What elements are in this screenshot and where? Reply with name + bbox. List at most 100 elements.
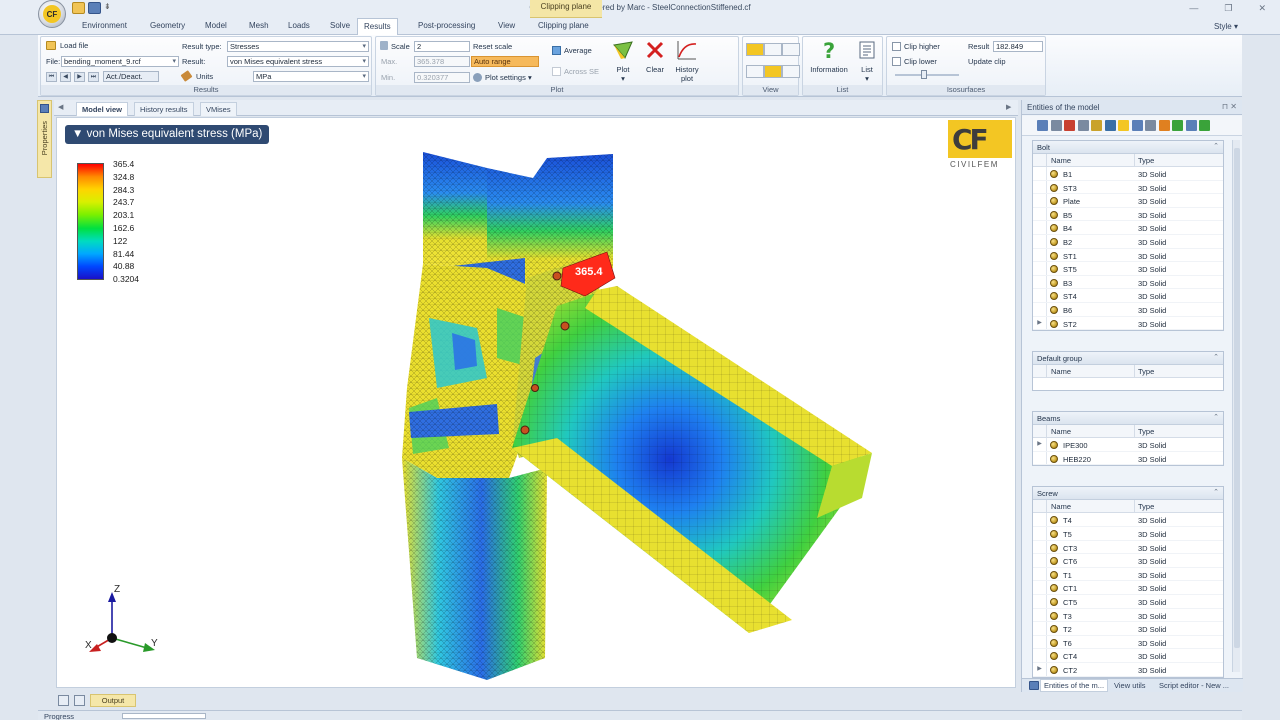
tab-output[interactable]: Output bbox=[90, 694, 136, 707]
result-type-select[interactable]: Stresses bbox=[227, 41, 369, 52]
entity-row[interactable]: B2 3D Solid bbox=[1033, 234, 1223, 249]
clip-slider-track[interactable] bbox=[895, 74, 959, 76]
entity-row[interactable]: Plate 3D Solid bbox=[1033, 194, 1223, 208]
clear-button[interactable]: Clear bbox=[638, 39, 672, 74]
view-mode-6-icon[interactable] bbox=[782, 65, 800, 78]
tab-mesh[interactable]: Mesh bbox=[249, 21, 269, 30]
tab-view[interactable]: View bbox=[498, 21, 515, 30]
nodes-icon[interactable] bbox=[1131, 120, 1143, 131]
select-icon[interactable] bbox=[1104, 120, 1116, 131]
entity-group-header[interactable]: Beams ⌃ bbox=[1033, 412, 1223, 426]
column-name-header[interactable]: Name bbox=[1051, 156, 1071, 165]
tab-environment[interactable]: Environment bbox=[82, 21, 127, 30]
entity-row[interactable]: B4 3D Solid bbox=[1033, 221, 1223, 235]
column-type-header[interactable]: Type bbox=[1138, 427, 1154, 436]
file-select[interactable]: bending_moment_9.rcf bbox=[61, 56, 179, 67]
entity-row[interactable]: T5 3D Solid bbox=[1033, 526, 1223, 541]
entities-scrollbar-thumb[interactable] bbox=[1234, 148, 1240, 648]
properties-side-tab[interactable]: Properties bbox=[37, 100, 52, 178]
column-divider[interactable] bbox=[1134, 365, 1135, 379]
view-mode-5-icon[interactable] bbox=[764, 65, 782, 78]
group-icon[interactable] bbox=[1199, 120, 1210, 131]
tools-icon[interactable] bbox=[1145, 120, 1156, 131]
next-step-button[interactable]: ▶ bbox=[74, 72, 85, 82]
column-divider[interactable] bbox=[1134, 500, 1135, 514]
bolt-icon[interactable] bbox=[1158, 120, 1170, 131]
units-select[interactable]: MPa bbox=[253, 71, 369, 82]
entity-row[interactable]: ▶ IPE300 3D Solid bbox=[1033, 438, 1223, 452]
tab-solve[interactable]: Solve bbox=[330, 21, 350, 30]
load-file-button[interactable]: Load file bbox=[60, 41, 88, 50]
entity-row[interactable]: ST5 3D Solid bbox=[1033, 262, 1223, 276]
history-plot-button[interactable]: History plot bbox=[670, 39, 704, 83]
entities-scrollbar[interactable] bbox=[1232, 140, 1240, 672]
view-mode-4-icon[interactable] bbox=[746, 65, 764, 78]
entity-row[interactable]: B1 3D Solid bbox=[1033, 167, 1223, 181]
collapse-icon[interactable]: ⌃ bbox=[1213, 142, 1219, 150]
view-mode-1-icon[interactable] bbox=[746, 43, 764, 56]
tab-model-view[interactable]: Model view bbox=[76, 102, 129, 116]
entity-row[interactable]: ▶ CT2 3D Solid bbox=[1033, 662, 1223, 677]
entity-row[interactable]: HEB220 3D Solid bbox=[1033, 451, 1223, 466]
tab-results[interactable]: Results bbox=[357, 18, 398, 35]
column-name-header[interactable]: Name bbox=[1051, 502, 1071, 511]
close-icon[interactable]: ✕ bbox=[1258, 3, 1266, 14]
min-input[interactable]: 0.320377 bbox=[414, 72, 470, 83]
entity-group-header[interactable]: Screw ⌃ bbox=[1033, 487, 1223, 501]
entity-group-header[interactable]: Bolt ⌃ bbox=[1033, 141, 1223, 154]
column-type-header[interactable]: Type bbox=[1138, 156, 1154, 165]
entities-list[interactable]: Bolt ⌃ Name Type B1 3D Solid ST3 3D Solid Plate 3… bbox=[1022, 138, 1230, 678]
output-pin-icon[interactable] bbox=[58, 695, 69, 706]
first-step-button[interactable]: ⏮ bbox=[46, 72, 57, 82]
result-header[interactable]: ▼ von Mises equivalent stress (MPa) bbox=[65, 125, 270, 144]
clip-lower-checkbox[interactable] bbox=[892, 57, 901, 66]
highlight-icon[interactable] bbox=[1118, 120, 1129, 131]
doc-tabs-scroll-left-icon[interactable]: ◀ bbox=[58, 103, 63, 111]
clip-higher-checkbox[interactable] bbox=[892, 42, 901, 51]
output-panel-icon[interactable] bbox=[74, 695, 85, 706]
tab-script-editor[interactable]: Script editor - New ... bbox=[1159, 681, 1229, 690]
entity-row[interactable]: T4 3D Solid bbox=[1033, 513, 1223, 527]
application-menu-button[interactable]: CF bbox=[38, 0, 66, 28]
column-divider[interactable] bbox=[1134, 154, 1135, 167]
entity-row[interactable]: T3 3D Solid bbox=[1033, 608, 1223, 623]
last-step-button[interactable]: ⏭ bbox=[88, 72, 99, 82]
entity-row[interactable]: B5 3D Solid bbox=[1033, 207, 1223, 222]
auto-range-button[interactable]: Auto range bbox=[471, 56, 539, 67]
entity-row[interactable]: CT5 3D Solid bbox=[1033, 594, 1223, 609]
entity-row[interactable]: ST1 3D Solid bbox=[1033, 248, 1223, 263]
link-icon[interactable] bbox=[1050, 120, 1062, 131]
tab-model[interactable]: Model bbox=[205, 21, 227, 30]
entity-row[interactable]: B3 3D Solid bbox=[1033, 275, 1223, 290]
entity-group-header[interactable]: Default group ⌃ bbox=[1033, 352, 1223, 366]
layers-icon[interactable] bbox=[1185, 120, 1197, 131]
entity-row[interactable]: ST4 3D Solid bbox=[1033, 289, 1223, 303]
scale-input[interactable]: 2 bbox=[414, 41, 470, 52]
column-name-header[interactable]: Name bbox=[1051, 427, 1071, 436]
list-dropdown-arrow[interactable]: ▾ bbox=[853, 74, 881, 83]
information-button[interactable]: ? Information bbox=[805, 39, 853, 74]
view-mode-3-icon[interactable] bbox=[782, 43, 800, 56]
minimize-icon[interactable]: — bbox=[1189, 3, 1198, 14]
entity-row[interactable]: T1 3D Solid bbox=[1033, 567, 1223, 582]
collapse-icon[interactable]: ⌃ bbox=[1213, 488, 1219, 496]
tab-geometry[interactable]: Geometry bbox=[150, 21, 185, 30]
clip-slider-thumb[interactable] bbox=[921, 70, 927, 79]
entity-row[interactable]: T2 3D Solid bbox=[1033, 622, 1223, 636]
style-menu[interactable]: Style ▾ bbox=[1214, 22, 1238, 31]
model-viewport[interactable]: ▼ von Mises equivalent stress (MPa) 365.… bbox=[56, 117, 1016, 688]
column-type-header[interactable]: Type bbox=[1138, 367, 1154, 376]
update-clip-button[interactable]: Update clip bbox=[968, 57, 1006, 66]
curve-icon[interactable] bbox=[1064, 120, 1075, 131]
entity-row[interactable]: ST3 3D Solid bbox=[1033, 180, 1223, 195]
entity-row[interactable]: CT6 3D Solid bbox=[1033, 554, 1223, 568]
collapse-icon[interactable]: ⌃ bbox=[1213, 353, 1219, 361]
result-value-input[interactable]: 182.849 bbox=[993, 41, 1043, 52]
doc-tabs-scroll-right-icon[interactable]: ▶ bbox=[1006, 103, 1011, 111]
max-input[interactable]: 365.378 bbox=[414, 56, 470, 67]
reset-scale-button[interactable]: Reset scale bbox=[473, 42, 512, 51]
tab-loads[interactable]: Loads bbox=[288, 21, 310, 30]
across-se-checkbox[interactable] bbox=[552, 67, 561, 76]
entity-row[interactable]: CT3 3D Solid bbox=[1033, 540, 1223, 555]
plot-settings-button[interactable]: Plot settings ▾ bbox=[485, 73, 532, 82]
